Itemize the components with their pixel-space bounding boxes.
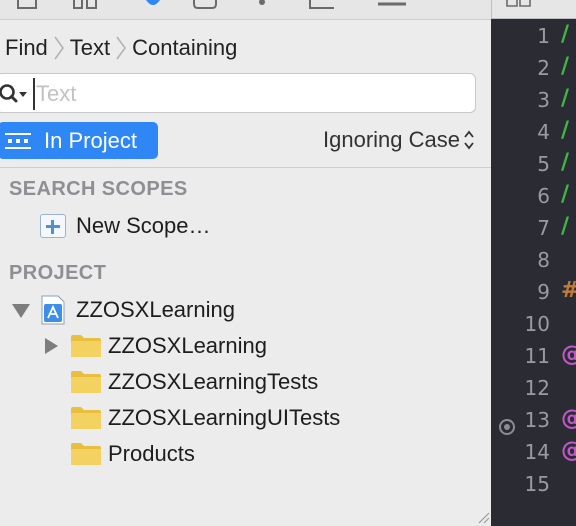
chevron-right-icon bbox=[54, 36, 64, 60]
project-group-row[interactable]: ZZOSXLearningUITests bbox=[70, 401, 340, 435]
code-text-fragment[interactable]: / bbox=[561, 22, 569, 47]
project-group-row[interactable]: ZZOSXLearningTests bbox=[70, 365, 318, 399]
code-text-fragment[interactable]: @ bbox=[561, 406, 576, 431]
line-number: 1 bbox=[537, 24, 550, 48]
line-number: 14 bbox=[524, 440, 550, 464]
breakpoint-navigator-icon[interactable] bbox=[378, 0, 408, 8]
project-group-label: Products bbox=[108, 441, 195, 466]
plus-icon bbox=[40, 214, 66, 238]
divider bbox=[0, 167, 491, 168]
line-number: 3 bbox=[537, 88, 550, 112]
folder-navigator-icon[interactable] bbox=[16, 0, 38, 10]
search-icon[interactable] bbox=[0, 83, 28, 105]
line-number: 9 bbox=[537, 280, 550, 304]
line-number: 5 bbox=[537, 152, 550, 176]
case-sensitivity-popup[interactable]: Ignoring Case bbox=[323, 127, 475, 153]
line-number: 4 bbox=[537, 120, 550, 144]
code-text-fragment[interactable]: / bbox=[561, 182, 569, 207]
case-sensitivity-label: Ignoring Case bbox=[323, 127, 460, 152]
issue-navigator-icon[interactable] bbox=[192, 0, 218, 10]
code-text-fragment[interactable]: # bbox=[561, 278, 576, 303]
line-number: 8 bbox=[537, 248, 550, 272]
search-field bbox=[0, 73, 476, 113]
code-text-fragment[interactable]: / bbox=[561, 118, 569, 143]
search-input[interactable] bbox=[33, 78, 468, 110]
find-mode-breadcrumb: Find Text Containing bbox=[4, 33, 238, 63]
code-text-fragment[interactable]: / bbox=[561, 150, 569, 175]
test-navigator-icon[interactable] bbox=[254, 0, 270, 8]
new-scope-label: New Scope… bbox=[76, 213, 211, 238]
project-group-label: ZZOSXLearningUITests bbox=[108, 405, 341, 430]
breadcrumb-find[interactable]: Find bbox=[4, 35, 49, 61]
disclosure-triangle-down-icon[interactable] bbox=[10, 299, 32, 321]
project-header: PROJECT bbox=[9, 262, 107, 284]
project-group-row[interactable]: ZZOSXLearning bbox=[40, 329, 267, 363]
code-text-fragment[interactable]: / bbox=[561, 214, 569, 239]
chevron-updown-icon bbox=[464, 130, 474, 150]
folder-icon bbox=[71, 335, 101, 357]
breakpoint-indicator-icon[interactable] bbox=[499, 419, 515, 435]
debug-navigator-icon[interactable] bbox=[308, 0, 336, 10]
related-items-icon[interactable] bbox=[506, 0, 532, 8]
xcode-project-icon bbox=[41, 295, 65, 325]
project-root-row[interactable]: ZZOSXLearning bbox=[10, 293, 235, 327]
project-group-label: ZZOSXLearning bbox=[108, 333, 267, 358]
line-number: 10 bbox=[524, 312, 550, 336]
line-number: 11 bbox=[524, 344, 550, 368]
project-group-label: ZZOSXLearningTests bbox=[108, 369, 319, 394]
code-text-fragment[interactable]: @ bbox=[561, 438, 576, 463]
search-scopes-header: SEARCH SCOPES bbox=[9, 178, 188, 200]
line-number: 15 bbox=[524, 472, 550, 496]
line-number: 2 bbox=[537, 56, 550, 80]
editor-toolbar bbox=[491, 0, 576, 19]
resize-grip-icon[interactable] bbox=[476, 510, 490, 524]
find-navigator: Find Text Containing In Project Ignoring… bbox=[0, 0, 491, 526]
chevron-right-icon bbox=[116, 36, 127, 60]
breadcrumb-containing[interactable]: Containing bbox=[131, 35, 238, 61]
code-text-fragment[interactable]: @ bbox=[561, 342, 576, 367]
search-scope-button[interactable]: In Project bbox=[0, 122, 158, 159]
project-root-label: ZZOSXLearning bbox=[76, 297, 235, 322]
project-group-row[interactable]: Products bbox=[70, 437, 195, 471]
line-number: 12 bbox=[524, 376, 550, 400]
navigator-toolbar bbox=[0, 0, 491, 20]
folder-icon bbox=[71, 371, 101, 393]
breadcrumb-text[interactable]: Text bbox=[69, 35, 111, 61]
code-text-fragment[interactable]: / bbox=[561, 86, 569, 111]
source-editor[interactable]: 1/2/3/4/5/6/7/89#1011@1213@14@15 bbox=[492, 19, 576, 526]
find-navigator-icon[interactable] bbox=[144, 0, 162, 8]
project-scope-icon bbox=[5, 132, 31, 149]
folder-icon bbox=[71, 443, 101, 465]
code-text-fragment[interactable]: / bbox=[561, 54, 569, 79]
search-scope-label: In Project bbox=[44, 127, 137, 153]
new-scope-item[interactable]: New Scope… bbox=[40, 209, 211, 243]
line-number: 6 bbox=[537, 184, 550, 208]
folder-icon bbox=[71, 407, 101, 429]
disclosure-triangle-right-icon[interactable] bbox=[40, 335, 62, 357]
line-number: 7 bbox=[537, 216, 550, 240]
symbol-navigator-icon[interactable] bbox=[72, 0, 98, 10]
